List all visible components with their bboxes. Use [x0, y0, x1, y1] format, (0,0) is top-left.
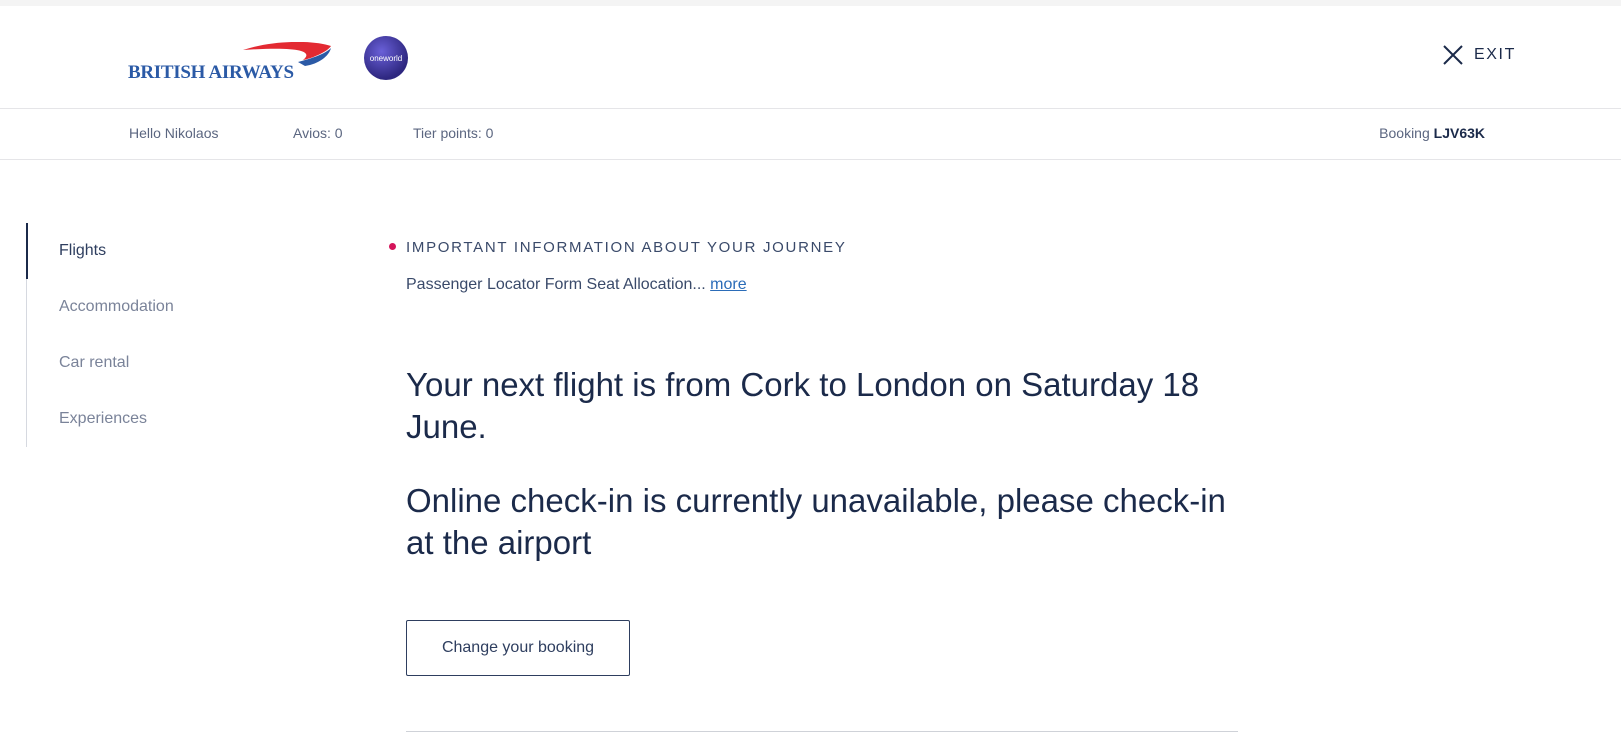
- tier-points: Tier points: 0: [413, 125, 494, 141]
- nav-item-accommodation[interactable]: Accommodation: [59, 298, 174, 316]
- alert-bullet-icon: [389, 243, 396, 250]
- important-info-title: IMPORTANT INFORMATION ABOUT YOUR JOURNEY: [406, 239, 847, 256]
- more-link[interactable]: more: [710, 276, 746, 293]
- oneworld-logo: oneworld: [364, 36, 408, 80]
- close-icon: [1443, 45, 1463, 65]
- greeting: Hello Nikolaos: [129, 125, 219, 141]
- user-bar: Hello Nikolaos Avios: 0 Tier points: 0 B…: [0, 109, 1621, 160]
- booking-code: LJV63K: [1433, 125, 1485, 141]
- side-navigation: Flights Accommodation Car rental Experie…: [26, 223, 267, 447]
- exit-label: EXIT: [1474, 46, 1516, 63]
- nav-item-flights[interactable]: Flights: [59, 242, 106, 260]
- brand-name: BRITISH AIRWAYS: [128, 62, 294, 83]
- active-indicator: [26, 223, 28, 279]
- nav-item-car-rental[interactable]: Car rental: [59, 354, 129, 372]
- exit-button[interactable]: EXIT: [1442, 44, 1516, 66]
- important-info-text: Passenger Locator Form Seat Allocation..…: [406, 276, 747, 294]
- checkin-notice: Online check-in is currently unavailable…: [406, 482, 1226, 561]
- oneworld-text: oneworld: [369, 53, 403, 63]
- site-header: BRITISH AIRWAYS oneworld EXIT: [0, 6, 1621, 109]
- booking-reference: Booking LJV63K: [1379, 125, 1485, 141]
- info-summary: Passenger Locator Form Seat Allocation..…: [406, 276, 706, 293]
- avios-count: Avios: 0: [293, 125, 343, 141]
- nav-item-experiences[interactable]: Experiences: [59, 410, 147, 428]
- booking-label: Booking: [1379, 125, 1430, 141]
- change-booking-button[interactable]: Change your booking: [406, 620, 630, 676]
- section-divider: [406, 731, 1238, 732]
- british-airways-logo[interactable]: BRITISH AIRWAYS: [128, 42, 338, 83]
- next-flight-heading: Your next flight is from Cork to London …: [406, 366, 1200, 445]
